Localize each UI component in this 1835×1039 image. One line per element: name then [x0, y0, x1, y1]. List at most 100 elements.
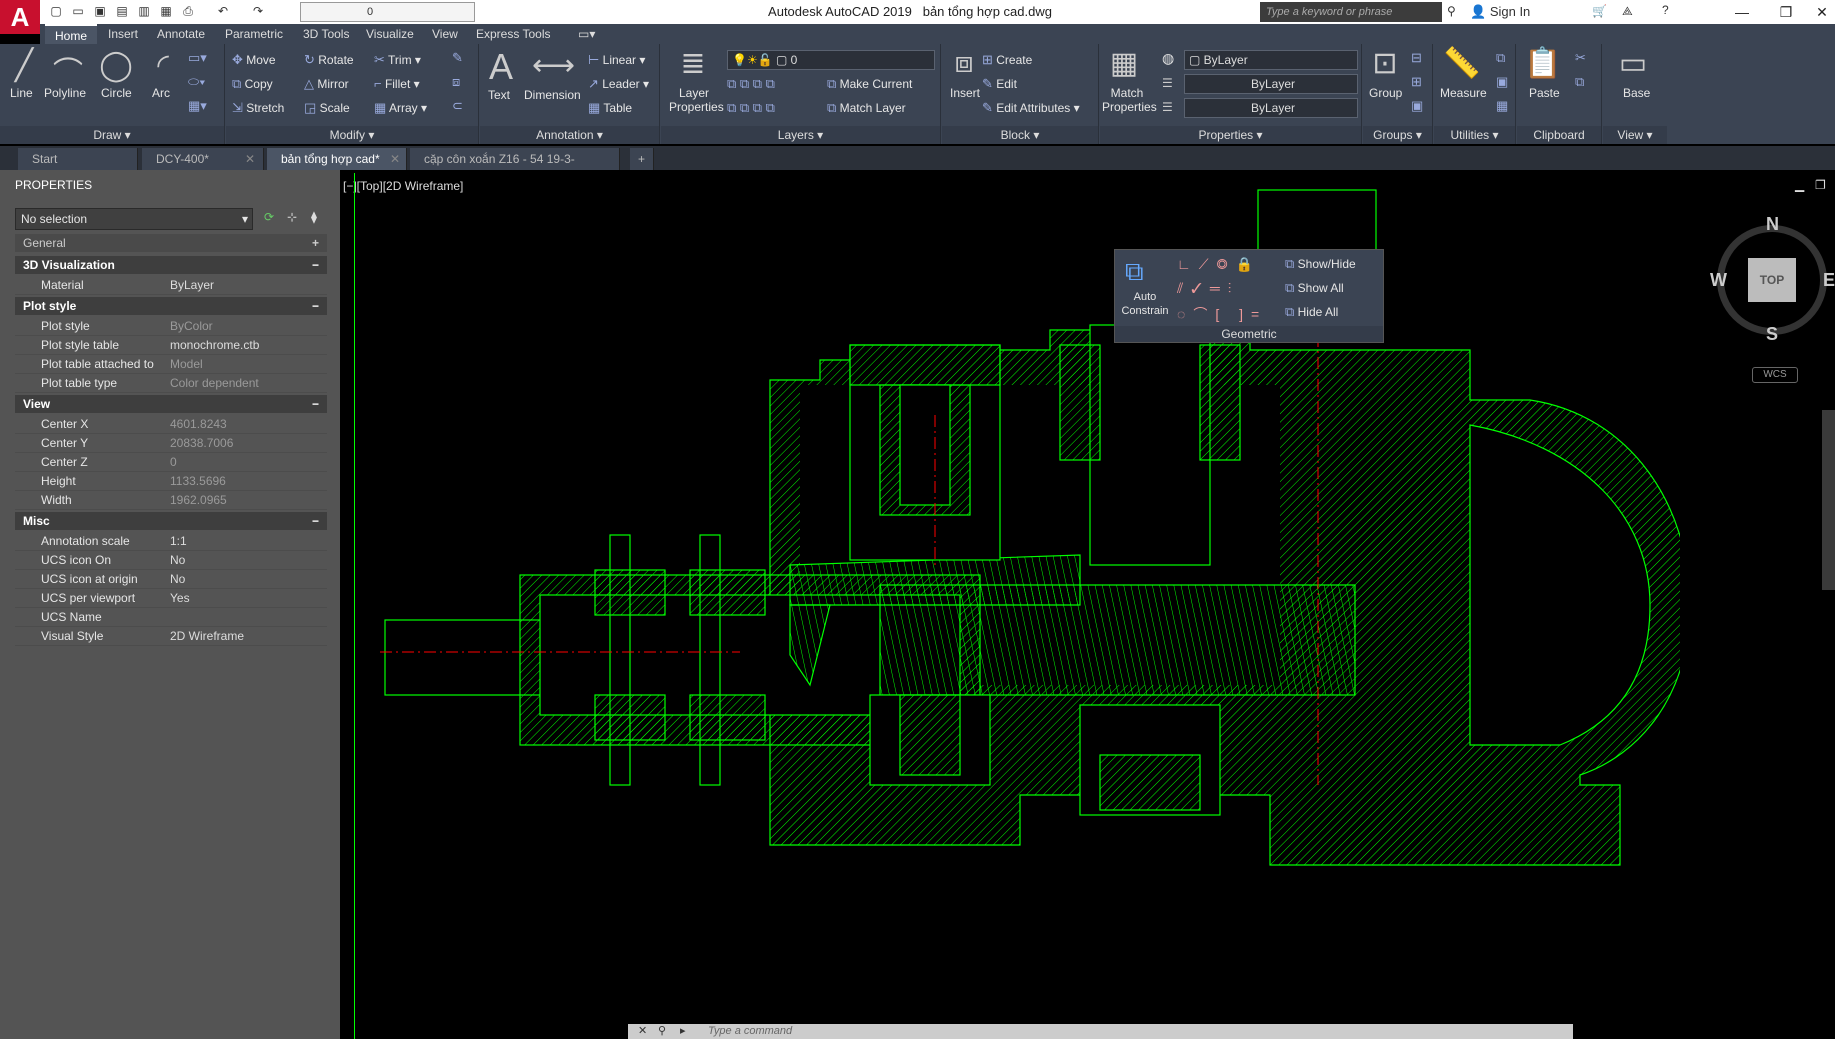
- doc-tab-cap-con[interactable]: cặp côn xoắn Z16 - 54 19-3-2020*✕: [410, 148, 620, 188]
- ungroup-icon[interactable]: ⊟: [1411, 50, 1422, 66]
- paste-button[interactable]: Paste: [1529, 86, 1560, 100]
- property-row[interactable]: Plot style ByColor: [15, 317, 327, 336]
- explode-icon[interactable]: ⧈: [452, 74, 460, 90]
- tab-visualize[interactable]: Visualize: [356, 24, 424, 44]
- property-value[interactable]: monochrome.ctb: [170, 338, 259, 352]
- property-row[interactable]: Center Y 20838.7006: [15, 434, 327, 453]
- layer-tools-row1-icon[interactable]: ⧉ ⧉ ⧉ ⧉: [727, 76, 775, 92]
- doc-tab-current[interactable]: bản tổng hợp cad* ✕: [267, 148, 407, 170]
- layer-dropdown[interactable]: 💡☀🔓 ▢ 0: [727, 50, 935, 70]
- property-row[interactable]: Visual Style 2D Wireframe: [15, 627, 327, 646]
- binoculars-icon[interactable]: ⚲: [1447, 4, 1456, 18]
- array-button[interactable]: ▦ Array ▾: [374, 100, 427, 116]
- close-button[interactable]: ✕: [1800, 0, 1835, 24]
- groups-panel-label[interactable]: Groups ▾: [1363, 126, 1432, 144]
- quick-select-icon[interactable]: ⧉: [1496, 50, 1505, 66]
- navigation-bar-handle[interactable]: [1822, 410, 1835, 590]
- quick-select-icon[interactable]: ⧫: [311, 210, 317, 224]
- a360-icon[interactable]: ⟁: [1622, 4, 1633, 19]
- compass-south[interactable]: S: [1766, 324, 1778, 345]
- collapse-icon[interactable]: −: [312, 395, 319, 413]
- auto-constrain-button[interactable]: Auto Constrain: [1119, 290, 1171, 318]
- section-view[interactable]: View −: [15, 395, 327, 413]
- property-row[interactable]: Center X 4601.8243: [15, 415, 327, 434]
- property-value[interactable]: No: [170, 553, 185, 567]
- compass-east[interactable]: E: [1823, 270, 1835, 291]
- modify-panel-label[interactable]: Modify ▾: [226, 126, 478, 144]
- property-value[interactable]: No: [170, 572, 185, 586]
- show-all-button[interactable]: ⧉ Show All: [1285, 280, 1344, 296]
- edit-attributes-button[interactable]: ✎ Edit Attributes ▾: [982, 100, 1080, 116]
- property-row[interactable]: Width 1962.0965: [15, 491, 327, 510]
- undo-icon[interactable]: ↶: [215, 3, 231, 19]
- section-plot-style[interactable]: Plot style −: [15, 297, 327, 315]
- properties-ribbon-label[interactable]: Properties ▾: [1100, 126, 1361, 144]
- property-row[interactable]: Plot table type Color dependent: [15, 374, 327, 393]
- autocad-logo[interactable]: A: [0, 0, 40, 34]
- table-button[interactable]: ▦ Table: [588, 100, 632, 116]
- base-button[interactable]: Base: [1623, 86, 1650, 100]
- move-button[interactable]: ✥ Move: [232, 52, 276, 68]
- property-row[interactable]: Annotation scale 1:1: [15, 532, 327, 551]
- doc-tab-dcy400[interactable]: DCY-400* ✕: [142, 148, 264, 170]
- copy-button[interactable]: ⧉ Copy: [232, 76, 273, 92]
- create-button[interactable]: ⊞ Create: [982, 52, 1032, 68]
- property-value[interactable]: Model: [170, 357, 203, 371]
- property-row[interactable]: Plot table attached to Model: [15, 355, 327, 374]
- property-row[interactable]: Material ByLayer: [15, 276, 327, 295]
- selection-dropdown[interactable]: No selection ▾: [15, 208, 253, 230]
- block-panel-label[interactable]: Block ▾: [942, 126, 1098, 144]
- property-row[interactable]: UCS per viewport Yes: [15, 589, 327, 608]
- scale-button[interactable]: ◲ Scale: [304, 100, 350, 116]
- arc-button[interactable]: Arc: [152, 86, 170, 100]
- print-icon[interactable]: ⎙: [180, 3, 196, 19]
- tab-annotate[interactable]: Annotate: [147, 24, 215, 44]
- save-icon[interactable]: ▣: [92, 3, 108, 19]
- tab-3d-tools[interactable]: 3D Tools: [293, 24, 359, 44]
- property-value[interactable]: 1:1: [170, 534, 187, 548]
- property-row[interactable]: UCS Name: [15, 608, 327, 627]
- command-line[interactable]: ✕ ⚲ ▸ Type a command: [628, 1024, 1573, 1039]
- match-layer-button[interactable]: ⧉ Match Layer: [827, 100, 906, 116]
- property-row[interactable]: Height 1133.5696: [15, 472, 327, 491]
- property-value[interactable]: 2D Wireframe: [170, 629, 244, 643]
- redo-icon[interactable]: ↷: [250, 3, 266, 19]
- geometric-panel-label[interactable]: Geometric: [1115, 326, 1383, 342]
- edit-block-button[interactable]: ✎ Edit: [982, 76, 1017, 92]
- section-general[interactable]: General +: [15, 234, 327, 252]
- circle-button[interactable]: Circle: [101, 86, 132, 100]
- group-button[interactable]: Group: [1369, 86, 1402, 100]
- insert-button[interactable]: Insert: [950, 86, 980, 100]
- help-icon[interactable]: ?: [1662, 3, 1669, 17]
- constraint-row1-icon[interactable]: ∟⟋◎🔒: [1177, 256, 1261, 273]
- plot-icon[interactable]: ▦: [158, 3, 174, 19]
- new-icon[interactable]: ▢: [48, 3, 64, 19]
- save-as-icon[interactable]: ▤: [114, 3, 130, 19]
- property-value[interactable]: Yes: [170, 591, 190, 605]
- property-row[interactable]: Plot style table monochrome.ctb: [15, 336, 327, 355]
- close-tab-icon[interactable]: ✕: [245, 148, 255, 170]
- viewcube[interactable]: TOP N S W E: [1710, 214, 1835, 344]
- offset-icon[interactable]: ⊂: [452, 98, 463, 114]
- calculator-icon[interactable]: ▦: [1496, 98, 1508, 114]
- tab-parametric[interactable]: Parametric: [215, 24, 293, 44]
- property-value[interactable]: Color dependent: [170, 376, 259, 390]
- rectangle-icon[interactable]: ▭▾: [188, 50, 207, 66]
- layer-properties-button[interactable]: Layer Properties: [669, 86, 724, 114]
- group-edit-icon[interactable]: ⊞: [1411, 74, 1422, 90]
- draw-panel-label[interactable]: Draw ▾: [0, 126, 224, 144]
- copy-clip-icon[interactable]: ⧉: [1575, 74, 1584, 90]
- command-prompt-icon[interactable]: ▸: [680, 1024, 686, 1039]
- annotation-panel-label[interactable]: Annotation ▾: [480, 126, 659, 144]
- command-input[interactable]: Type a command: [708, 1025, 792, 1037]
- rotate-button[interactable]: ↻ Rotate: [304, 52, 354, 68]
- command-wrench-icon[interactable]: ⚲: [658, 1024, 666, 1039]
- hide-all-button[interactable]: ⧉ Hide All: [1285, 304, 1338, 320]
- gearbox-drawing[interactable]: [380, 185, 1680, 915]
- property-value[interactable]: ByColor: [170, 319, 213, 333]
- trim-button[interactable]: ✂ Trim ▾: [374, 52, 421, 68]
- section-3d-visualization[interactable]: 3D Visualization −: [15, 256, 327, 274]
- sign-in-button[interactable]: 👤 Sign In: [1470, 4, 1530, 20]
- make-current-button[interactable]: ⧉ Make Current: [827, 76, 912, 92]
- open-icon[interactable]: ▭: [70, 3, 86, 19]
